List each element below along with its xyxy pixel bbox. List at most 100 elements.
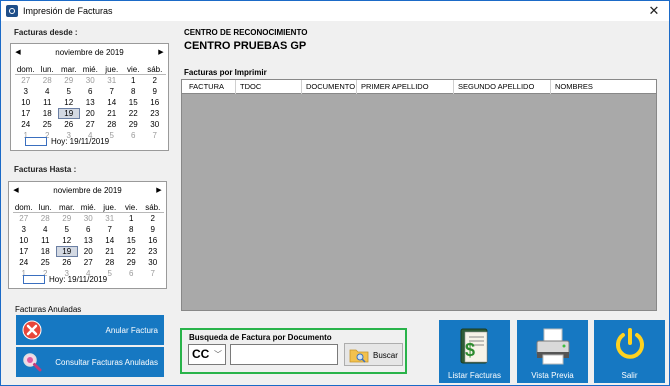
- calendar-day[interactable]: 5: [56, 224, 78, 235]
- calendar-day[interactable]: 9: [144, 86, 166, 97]
- calendar-day[interactable]: 7: [99, 224, 121, 235]
- calendar-day[interactable]: 24: [13, 257, 35, 268]
- calendar-day[interactable]: 7: [101, 86, 123, 97]
- calendar-day[interactable]: 30: [78, 213, 100, 224]
- calendar-day[interactable]: 26: [58, 119, 80, 130]
- calendar-day[interactable]: 12: [56, 235, 78, 246]
- calendar-day[interactable]: 12: [58, 97, 80, 108]
- column-header[interactable]: NOMBRES: [551, 80, 656, 94]
- calendar-day[interactable]: 31: [99, 213, 121, 224]
- column-header[interactable]: SEGUNDO APELLIDO: [454, 80, 551, 94]
- calendar-day[interactable]: 29: [58, 75, 80, 86]
- calendar-day[interactable]: 10: [13, 235, 35, 246]
- calendar-day[interactable]: 30: [142, 257, 164, 268]
- calendar-day[interactable]: 27: [13, 213, 35, 224]
- calendar-day[interactable]: 4: [37, 86, 59, 97]
- facturas-grid[interactable]: FACTURA TDOC DOCUMENTO PRIMER APELLIDO S…: [181, 79, 657, 311]
- calendar-month[interactable]: noviembre de 2019: [9, 186, 166, 195]
- calendar-day[interactable]: 20: [78, 246, 100, 257]
- calendar-day-selected[interactable]: 19: [56, 246, 78, 257]
- calendar-day[interactable]: 3: [15, 86, 37, 97]
- calendar-day[interactable]: 17: [15, 108, 37, 119]
- calendar-day[interactable]: 6: [123, 130, 145, 141]
- column-header[interactable]: DOCUMENTO: [302, 80, 357, 94]
- calendar-day[interactable]: 26: [56, 257, 78, 268]
- doc-type-select[interactable]: CC ﹀: [188, 344, 226, 365]
- consultar-anuladas-button[interactable]: Consultar Facturas Anuladas: [16, 347, 164, 377]
- calendar-day[interactable]: 27: [78, 257, 100, 268]
- calendar-day[interactable]: 13: [80, 97, 102, 108]
- calendar-day[interactable]: 10: [15, 97, 37, 108]
- calendar-day[interactable]: 29: [121, 257, 143, 268]
- day-of-week: dom.: [15, 65, 37, 75]
- calendar-day[interactable]: 16: [142, 235, 164, 246]
- calendar-day[interactable]: 28: [35, 213, 57, 224]
- calendar-day[interactable]: 8: [123, 86, 145, 97]
- calendar-day[interactable]: 14: [99, 235, 121, 246]
- calendar-day[interactable]: 18: [35, 246, 57, 257]
- calendar-day[interactable]: 15: [121, 235, 143, 246]
- column-header[interactable]: FACTURA: [185, 80, 236, 94]
- calendar-day[interactable]: 7: [142, 268, 164, 279]
- calendar-day[interactable]: 1: [121, 213, 143, 224]
- calendar-day[interactable]: 25: [35, 257, 57, 268]
- calendar-day[interactable]: 29: [123, 119, 145, 130]
- calendar-day[interactable]: 7: [144, 130, 166, 141]
- close-button[interactable]: ✕: [647, 4, 661, 18]
- calendar-day[interactable]: 16: [144, 97, 166, 108]
- calendar-day[interactable]: 11: [37, 97, 59, 108]
- calendar-day[interactable]: 2: [144, 75, 166, 86]
- vista-previa-button[interactable]: Vista Previa: [517, 320, 588, 383]
- calendar-day[interactable]: 14: [101, 97, 123, 108]
- calendar-day[interactable]: 15: [123, 97, 145, 108]
- calendar-day[interactable]: 27: [15, 75, 37, 86]
- calendar-to[interactable]: ◀ noviembre de 2019 ▶ dom. lun. mar. mié. ju…: [8, 181, 167, 289]
- calendar-day[interactable]: 28: [37, 75, 59, 86]
- calendar-day[interactable]: 11: [35, 235, 57, 246]
- calendar-day[interactable]: 22: [121, 246, 143, 257]
- calendar-day[interactable]: 30: [144, 119, 166, 130]
- calendar-from[interactable]: ◀ noviembre de 2019 ▶ dom. lun. mar. mié. ju…: [10, 43, 169, 151]
- calendar-day-selected[interactable]: 19: [58, 108, 80, 119]
- calendar-day[interactable]: 13: [78, 235, 100, 246]
- chevron-right-icon[interactable]: ▶: [156, 47, 166, 59]
- calendar-day[interactable]: 2: [142, 213, 164, 224]
- calendar-day[interactable]: 6: [80, 86, 102, 97]
- calendar-day[interactable]: 20: [80, 108, 102, 119]
- calendar-day[interactable]: 31: [101, 75, 123, 86]
- calendar-day[interactable]: 9: [142, 224, 164, 235]
- salir-button[interactable]: Salir: [594, 320, 665, 383]
- calendar-day[interactable]: 27: [80, 119, 102, 130]
- calendar-day[interactable]: 8: [121, 224, 143, 235]
- anular-factura-button[interactable]: Anular Factura: [16, 315, 164, 345]
- calendar-day[interactable]: 30: [80, 75, 102, 86]
- calendar-day[interactable]: 3: [13, 224, 35, 235]
- listar-facturas-button[interactable]: $ Listar Facturas: [439, 320, 510, 383]
- calendar-month[interactable]: noviembre de 2019: [11, 48, 168, 57]
- calendar-day[interactable]: 5: [58, 86, 80, 97]
- facturas-por-imprimir-label: Facturas por Imprimir: [184, 68, 267, 77]
- calendar-day[interactable]: 6: [78, 224, 100, 235]
- calendar-day[interactable]: 28: [99, 257, 121, 268]
- chevron-right-icon[interactable]: ▶: [154, 185, 164, 197]
- calendar-day[interactable]: 4: [35, 224, 57, 235]
- calendar-day[interactable]: 18: [37, 108, 59, 119]
- calendar-day[interactable]: 22: [123, 108, 145, 119]
- calendar-today[interactable]: Hoy: 19/11/2019: [49, 275, 107, 284]
- calendar-day[interactable]: 17: [13, 246, 35, 257]
- calendar-day[interactable]: 21: [101, 108, 123, 119]
- calendar-today[interactable]: Hoy: 19/11/2019: [51, 137, 109, 146]
- calendar-day[interactable]: 23: [144, 108, 166, 119]
- calendar-day[interactable]: 23: [142, 246, 164, 257]
- calendar-day[interactable]: 6: [121, 268, 143, 279]
- column-header[interactable]: PRIMER APELLIDO: [357, 80, 454, 94]
- calendar-day[interactable]: 28: [101, 119, 123, 130]
- column-header[interactable]: TDOC: [236, 80, 302, 94]
- buscar-button[interactable]: Buscar: [344, 343, 403, 366]
- calendar-day[interactable]: 25: [37, 119, 59, 130]
- calendar-day[interactable]: 29: [56, 213, 78, 224]
- calendar-day[interactable]: 24: [15, 119, 37, 130]
- document-input[interactable]: [230, 344, 338, 365]
- calendar-day[interactable]: 21: [99, 246, 121, 257]
- calendar-day[interactable]: 1: [123, 75, 145, 86]
